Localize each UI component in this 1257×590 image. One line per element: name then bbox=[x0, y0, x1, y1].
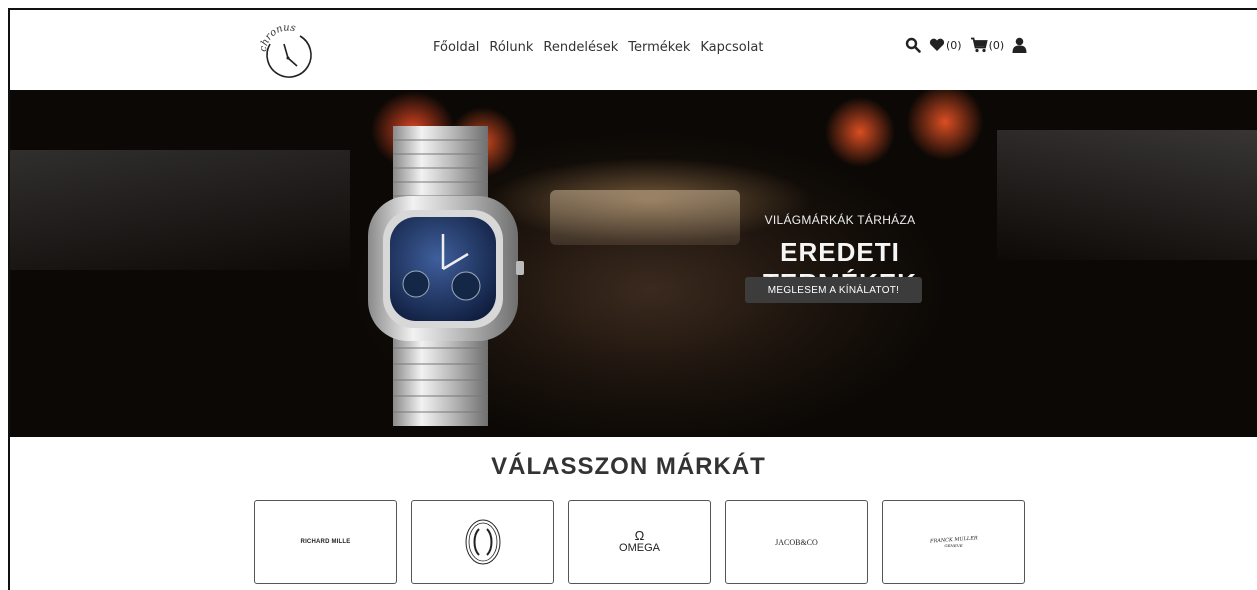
brand-list: RICHARD MILLE Ω OMEGA JACOB&CO FRANCK MU… bbox=[254, 500, 1025, 584]
account-button[interactable] bbox=[1012, 37, 1027, 53]
nav-orders[interactable]: Rendelések bbox=[543, 40, 618, 55]
hero-watch-image bbox=[368, 126, 524, 426]
svg-text:chronus: chronus bbox=[258, 22, 297, 52]
brand-logo-richard-mille: RICHARD MILLE bbox=[300, 539, 351, 545]
nav-contact[interactable]: Kapcsolat bbox=[700, 40, 763, 55]
cartier-logo-icon bbox=[465, 519, 500, 565]
brand-card-richard-mille[interactable]: RICHARD MILLE bbox=[254, 500, 397, 584]
site-logo[interactable]: chronus bbox=[256, 22, 320, 86]
brands-section-title: VÁLASSZON MÁRKÁT bbox=[491, 453, 766, 480]
hero-banner: VILÁGMÁRKÁK TÁRHÁZA EREDETI TERMÉKEK MEG… bbox=[10, 90, 1257, 437]
brand-logo-franck-muller: FRANCK MULLER GENEVE bbox=[929, 534, 978, 548]
hero-bg-road-right bbox=[997, 130, 1257, 260]
heart-icon bbox=[929, 38, 945, 51]
wishlist-button[interactable]: (0) bbox=[929, 38, 962, 52]
hero-cta-button[interactable]: MEGLESEM A KÍNÁLATOT! bbox=[745, 277, 922, 303]
nav-home[interactable]: Főoldal bbox=[433, 40, 479, 55]
cart-button[interactable]: (0) bbox=[970, 37, 1005, 53]
wishlist-count: (0) bbox=[946, 38, 962, 52]
brand-card-omega[interactable]: Ω OMEGA bbox=[568, 500, 711, 584]
franck-muller-name: FRANCK MULLER bbox=[929, 534, 978, 545]
clock-logo-icon: chronus bbox=[258, 22, 312, 78]
hero-bg-road-left bbox=[10, 150, 350, 270]
brand-logo-omega: Ω OMEGA bbox=[619, 528, 660, 554]
omega-symbol: Ω bbox=[634, 528, 645, 543]
cart-icon bbox=[970, 37, 988, 53]
brand-card-franck-muller[interactable]: FRANCK MULLER GENEVE bbox=[882, 500, 1025, 584]
brand-card-cartier[interactable] bbox=[411, 500, 554, 584]
site-header: chronus Főoldal Rólunk Rendelések Termék… bbox=[10, 10, 1257, 90]
brand-card-jacob-co[interactable]: JACOB&CO bbox=[725, 500, 868, 584]
header-actions: (0) (0) bbox=[905, 37, 1027, 53]
hero-subtitle: VILÁGMÁRKÁK TÁRHÁZA bbox=[764, 213, 916, 227]
brand-logo-jacob-co: JACOB&CO bbox=[775, 537, 818, 547]
omega-name: OMEGA bbox=[619, 542, 660, 554]
nav-products[interactable]: Termékek bbox=[628, 40, 690, 55]
user-icon bbox=[1012, 37, 1027, 53]
nav-about[interactable]: Rólunk bbox=[489, 40, 533, 55]
search-icon bbox=[905, 37, 921, 53]
search-button[interactable] bbox=[905, 37, 921, 53]
cart-count: (0) bbox=[988, 38, 1005, 52]
main-nav: Főoldal Rólunk Rendelések Termékek Kapcs… bbox=[433, 40, 763, 55]
